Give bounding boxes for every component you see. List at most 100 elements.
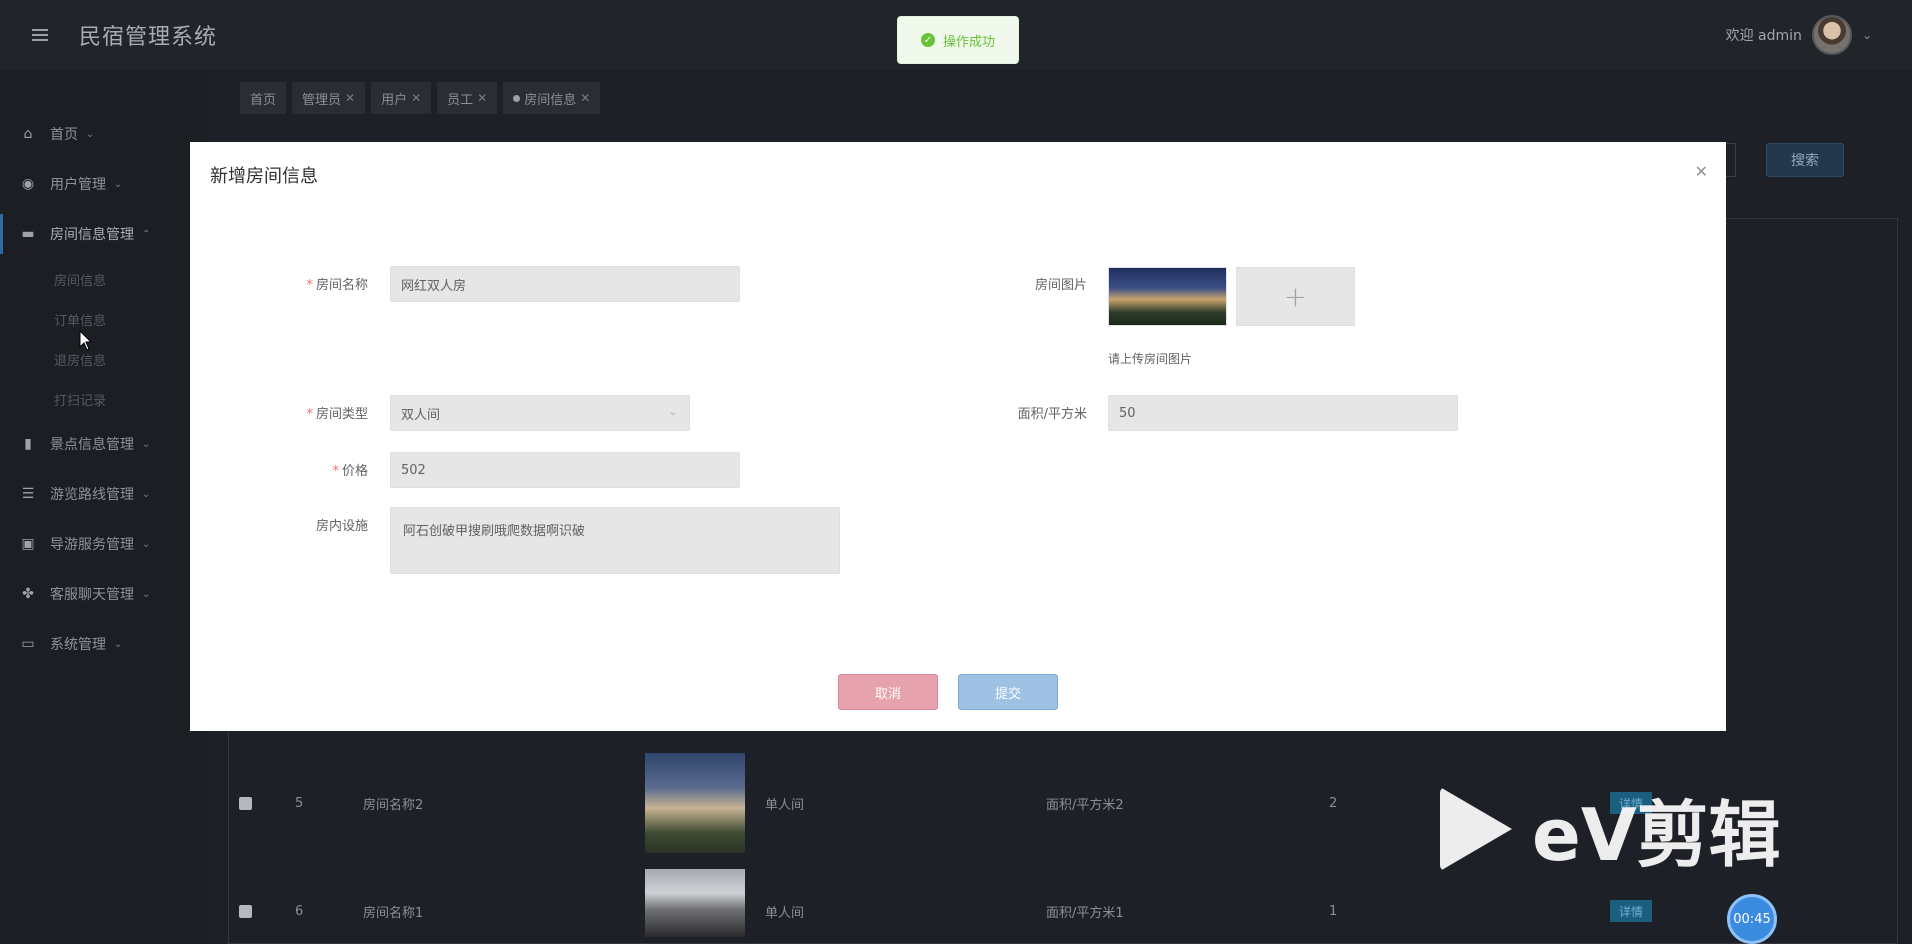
window-icon: ▭ bbox=[21, 636, 35, 652]
tab-label: 用户 bbox=[381, 92, 408, 108]
facilities-textarea[interactable]: 阿石创破甲搜刷哦爬数据啊识破 bbox=[390, 507, 840, 574]
chevron-up-icon: ⌃ bbox=[142, 228, 151, 240]
room-name: 房间名称2 bbox=[363, 797, 424, 813]
facilities-label: 房内设施 bbox=[315, 519, 368, 534]
room-name-input[interactable]: 网红双人房 bbox=[390, 266, 740, 302]
room-type-select[interactable]: 双人间 ⌄ bbox=[390, 395, 690, 431]
close-icon[interactable]: ✕ bbox=[477, 91, 487, 105]
video-watermark: eV剪辑 bbox=[1440, 776, 1781, 881]
sidebar-item-chat[interactable]: ✤ 客服聊天管理 ⌄ bbox=[0, 574, 207, 614]
sidebar-item-home[interactable]: ⌂ 首页 ⌄ bbox=[0, 114, 207, 154]
sidebar-subitem-room-info[interactable]: 房间信息 bbox=[54, 270, 106, 289]
room-type-label: * 房间类型 bbox=[306, 407, 368, 422]
row-checkbox[interactable] bbox=[239, 904, 252, 918]
room-name: 房间名称1 bbox=[363, 905, 424, 921]
sidebar-item-users[interactable]: ◉ 用户管理 ⌄ bbox=[0, 164, 207, 204]
room-thumbnail bbox=[645, 753, 745, 853]
table-row: 6 房间名称1 单人间 面积/平方米1 1 详情 bbox=[229, 869, 1899, 944]
area-label: 面积/平方米 bbox=[1017, 407, 1087, 422]
app-title: 民宿管理系统 bbox=[79, 25, 218, 50]
chevron-down-icon: ⌄ bbox=[142, 538, 151, 550]
room-type: 单人间 bbox=[765, 797, 805, 813]
sidebar-item-system[interactable]: ▭ 系统管理 ⌄ bbox=[0, 624, 207, 664]
chevron-down-icon: ⌄ bbox=[142, 438, 151, 450]
room-count: 1 bbox=[1329, 903, 1338, 919]
sidebar-item-guides[interactable]: ▣ 导游服务管理 ⌄ bbox=[0, 524, 207, 564]
tab-label: 员工 bbox=[447, 92, 474, 108]
uploaded-room-image[interactable] bbox=[1108, 267, 1227, 326]
active-dot-icon bbox=[513, 94, 521, 102]
sidebar-item-attractions[interactable]: ▮ 景点信息管理 ⌄ bbox=[0, 424, 207, 464]
book-icon: ▮ bbox=[24, 436, 32, 452]
upload-hint: 请上传房间图片 bbox=[1108, 352, 1193, 366]
close-icon[interactable]: ✕ bbox=[345, 91, 355, 105]
close-icon[interactable]: ✕ bbox=[411, 91, 421, 105]
chevron-down-icon: ⌄ bbox=[86, 128, 95, 140]
room-area: 面积/平方米1 bbox=[1046, 905, 1124, 921]
chevron-down-icon: ⌄ bbox=[114, 178, 123, 190]
avatar[interactable] bbox=[1811, 15, 1852, 55]
tab-label: 房间信息 bbox=[524, 92, 577, 108]
upload-plus-icon[interactable]: + bbox=[1236, 267, 1355, 326]
room-type-value: 双人间 bbox=[401, 407, 441, 423]
tab-staff[interactable]: 员工 ✕ bbox=[437, 82, 498, 114]
cancel-button[interactable]: 取消 bbox=[838, 674, 938, 710]
room-name-label: * 房间名称 bbox=[306, 278, 368, 293]
compass-icon: ◉ bbox=[21, 176, 35, 192]
tab-admins[interactable]: 管理员 ✕ bbox=[292, 82, 366, 114]
search-button[interactable]: 搜索 bbox=[1766, 143, 1844, 177]
user-menu[interactable]: 欢迎 admin ⌄ bbox=[1726, 0, 1872, 70]
recording-timer[interactable]: 00:45 bbox=[1727, 894, 1777, 944]
price-label: * 价格 bbox=[332, 464, 368, 479]
bed-icon: ▬ bbox=[21, 226, 35, 242]
sidebar-subitem-checkout[interactable]: 退房信息 bbox=[54, 350, 106, 369]
sidebar-item-label: 景点信息管理 bbox=[50, 437, 134, 453]
area-input[interactable]: 50 bbox=[1108, 395, 1458, 431]
watermark-text: eV剪辑 bbox=[1532, 793, 1781, 877]
detail-button[interactable]: 详情 bbox=[1610, 900, 1653, 922]
chevron-down-icon: ⌄ bbox=[142, 488, 151, 500]
toast-message: 操作成功 bbox=[942, 34, 995, 50]
close-icon[interactable]: ✕ bbox=[1695, 162, 1708, 181]
room-count: 2 bbox=[1329, 795, 1338, 811]
sidebar: ⌂ 首页 ⌄ ◉ 用户管理 ⌄ ▬ 房间信息管理 ⌃ 房间信息 订单信息 退房信… bbox=[0, 70, 207, 944]
layers-icon: ☰ bbox=[21, 486, 35, 502]
close-icon[interactable]: ✕ bbox=[580, 91, 590, 105]
grid-icon: ✤ bbox=[22, 586, 34, 602]
chevron-down-icon: ⌄ bbox=[1861, 28, 1872, 42]
sidebar-item-label: 客服聊天管理 bbox=[50, 587, 134, 603]
room-thumbnail bbox=[645, 869, 745, 937]
sidebar-item-label: 游览路线管理 bbox=[50, 487, 134, 503]
tab-label: 首页 bbox=[250, 92, 277, 108]
success-toast: ✓ 操作成功 bbox=[897, 16, 1019, 64]
submit-button[interactable]: 提交 bbox=[958, 674, 1058, 710]
menu-toggle-icon[interactable] bbox=[32, 29, 48, 41]
tab-label: 管理员 bbox=[302, 92, 342, 108]
sidebar-item-label: 房间信息管理 bbox=[50, 227, 134, 243]
row-number: 5 bbox=[295, 795, 304, 811]
sidebar-item-label: 导游服务管理 bbox=[50, 537, 134, 553]
sidebar-subitem-orders[interactable]: 订单信息 bbox=[54, 310, 106, 329]
room-area: 面积/平方米2 bbox=[1046, 797, 1124, 813]
tab-users[interactable]: 用户 ✕ bbox=[371, 82, 432, 114]
chevron-down-icon: ⌄ bbox=[668, 407, 677, 418]
sidebar-item-rooms[interactable]: ▬ 房间信息管理 ⌃ bbox=[0, 214, 207, 254]
tab-home[interactable]: 首页 bbox=[240, 82, 287, 114]
sidebar-item-label: 首页 bbox=[50, 127, 78, 143]
row-checkbox[interactable] bbox=[239, 796, 252, 810]
sidebar-subitem-cleaning[interactable]: 打扫记录 bbox=[54, 390, 106, 409]
room-type: 单人间 bbox=[765, 905, 805, 921]
room-image-label: 房间图片 bbox=[1034, 278, 1087, 293]
add-room-dialog: 新增房间信息 ✕ * 房间名称 网红双人房 房间图片 + 请上传房间图片 * 房间类… bbox=[190, 142, 1726, 731]
check-circle-icon: ✓ bbox=[920, 33, 935, 47]
mouse-cursor-icon bbox=[79, 330, 93, 351]
price-input[interactable]: 502 bbox=[390, 452, 740, 488]
tab-bar: 首页 管理员 ✕ 用户 ✕ 员工 ✕ 房间信息 ✕ bbox=[240, 82, 601, 114]
chevron-down-icon: ⌄ bbox=[114, 638, 123, 650]
sidebar-item-label: 用户管理 bbox=[50, 177, 106, 193]
chevron-down-icon: ⌄ bbox=[142, 588, 151, 600]
image-icon: ▣ bbox=[21, 536, 35, 552]
sidebar-item-routes[interactable]: ☰ 游览路线管理 ⌄ bbox=[0, 474, 207, 514]
tab-room-info[interactable]: 房间信息 ✕ bbox=[503, 82, 601, 114]
dialog-title: 新增房间信息 bbox=[210, 166, 318, 187]
